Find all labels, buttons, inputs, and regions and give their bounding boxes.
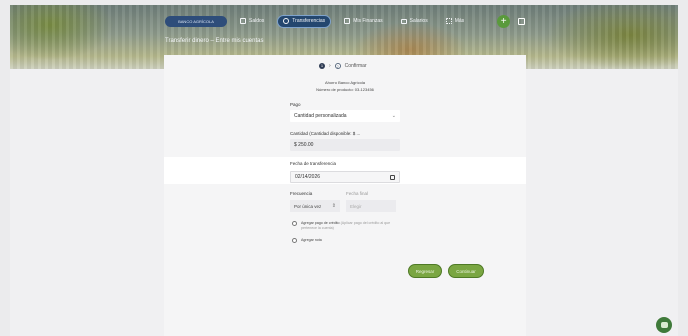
frequency-value: Por única vez: [294, 203, 322, 209]
add-button[interactable]: +: [497, 14, 511, 28]
radio-icon[interactable]: [292, 238, 297, 243]
apps-icon: [445, 18, 452, 24]
chevron-down-icon: ⌄: [391, 113, 396, 119]
pago-select[interactable]: Cantidad personalizada ⌄: [290, 110, 400, 122]
back-button[interactable]: Regresar: [408, 264, 442, 278]
step-1-icon: 1: [319, 63, 325, 69]
account-info: Ahorro Banco Agrícola Número de producto…: [164, 79, 526, 93]
nav-mis-finanzas[interactable]: Mis Finanzas: [339, 15, 387, 28]
pago-label: Pago: [290, 102, 301, 107]
pago-value: Cantidad personalizada: [294, 113, 347, 119]
date-input[interactable]: 02/14/2026: [290, 171, 400, 183]
add-note-option[interactable]: Agregar nota: [292, 238, 322, 243]
bank-logo[interactable]: BANCO AGRÍCOLA: [165, 15, 227, 27]
radio-icon[interactable]: [292, 221, 297, 226]
nav-mas-label: Más: [454, 18, 465, 24]
page-title: Transferir dinero – Entre mis cuentas: [165, 38, 264, 44]
credit-payment-text: Agregar pago de crédito (Aplicar pago de…: [301, 221, 402, 231]
logout-icon[interactable]: [518, 17, 526, 25]
amount-input[interactable]: $ 250.00: [290, 139, 400, 151]
card-icon: [400, 18, 407, 24]
account-number: Número de producto: 03-123456: [316, 87, 374, 92]
frequency-label: Frecuencia: [290, 191, 313, 196]
step-2-icon: 2: [334, 63, 341, 69]
credit-payment-option[interactable]: Agregar pago de crédito (Aplicar pago de…: [292, 221, 402, 231]
nav-mis-finanzas-label: Mis Finanzas: [353, 18, 383, 24]
add-note-label: Agregar nota: [301, 238, 322, 242]
chat-button[interactable]: [656, 317, 672, 333]
amount-value: $ 250.00: [294, 142, 314, 148]
chat-icon: [660, 322, 668, 328]
continue-button[interactable]: Continuar: [448, 264, 484, 278]
step-current-label: Confirmar: [344, 63, 367, 69]
transfer-form-card: 1 › 2 Confirmar Ahorro Banco Agrícola Nú…: [164, 55, 526, 336]
nav-salarios-label: Salarios: [409, 18, 428, 24]
chevron-updown-icon: ⇕: [331, 203, 336, 209]
account-name: Ahorro Banco Agrícola: [324, 80, 366, 85]
end-date-input[interactable]: Elegir: [346, 200, 396, 212]
frequency-select[interactable]: Por única vez ⇕: [290, 200, 340, 212]
nav-saldos[interactable]: Saldos: [235, 15, 269, 28]
grid-icon: [240, 18, 246, 24]
top-navbar: BANCO AGRÍCOLA Saldos Transferencias Mis…: [165, 13, 526, 29]
date-value: 02/14/2026: [295, 174, 321, 180]
transfer-icon: [283, 18, 290, 24]
credit-payment-label: Agregar pago de crédito: [301, 221, 340, 225]
end-date-label: Fecha final: [346, 191, 369, 196]
nav-salarios[interactable]: Salarios: [396, 15, 433, 28]
chevron-right-icon: ›: [329, 63, 331, 69]
finance-icon: [344, 18, 351, 24]
calendar-icon[interactable]: [390, 174, 395, 180]
date-label: Fecha de transferencia: [290, 161, 337, 166]
step-indicator: 1 › 2 Confirmar: [319, 63, 367, 69]
amount-label: Cantidad (Cantidad disponible: $ ...: [290, 131, 361, 136]
nav-transferencias[interactable]: Transferencias: [277, 14, 332, 28]
nav-saldos-label: Saldos: [249, 18, 265, 24]
end-date-value: Elegir: [350, 203, 362, 209]
nav-transferencias-label: Transferencias: [292, 18, 326, 24]
nav-mas[interactable]: Más: [441, 15, 469, 28]
date-field-highlight: Fecha de transferencia 02/14/2026: [164, 157, 526, 184]
